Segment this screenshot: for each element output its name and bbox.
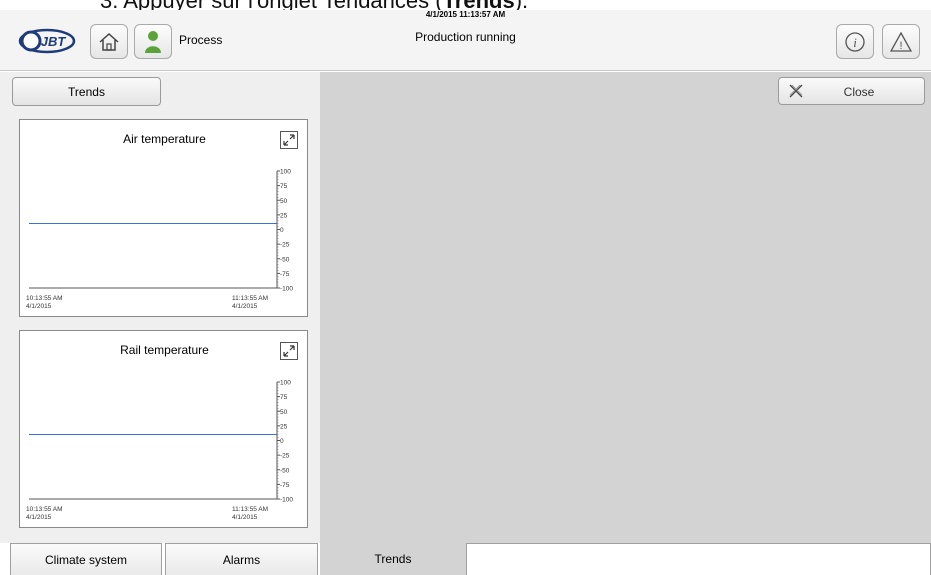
trend-panel-air-temperature: Air temperature 100 75 50 25 0 -25 -50 -75 -100 1… xyxy=(19,119,308,317)
y-tick-label: 0 xyxy=(280,227,284,234)
main-content: Trends Close Air temperature 100 75 50 25 0-… xyxy=(0,72,931,543)
tab-trends[interactable]: Trends xyxy=(320,543,466,575)
tab-alarms[interactable]: Alarms xyxy=(165,543,318,575)
y-tick-label: -75 xyxy=(280,271,290,278)
y-tick-label: 50 xyxy=(280,409,288,416)
y-tick-label: -100 xyxy=(280,497,293,504)
y-tick-label: -100 xyxy=(280,286,293,293)
tab-climate-system[interactable]: Climate system xyxy=(10,543,162,575)
x-start-date: 4/1/2015 xyxy=(26,303,52,310)
trend-panel-rail-temperature: Rail temperature 100 75 50 25 0 -25 -50 -75 -100… xyxy=(19,330,308,528)
x-start-time: 10:13:55 AM xyxy=(26,295,63,302)
x-start-date: 4/1/2015 xyxy=(26,514,52,521)
y-tick-label: 75 xyxy=(280,394,288,401)
warning-button[interactable]: ! xyxy=(882,24,920,59)
y-tick-label: -75 xyxy=(280,482,290,489)
close-icon xyxy=(789,84,803,98)
y-tick-label: -25 xyxy=(280,242,290,249)
y-tick-label: -50 xyxy=(280,256,290,263)
y-tick-label: -50 xyxy=(280,467,290,474)
x-end-date: 4/1/2015 xyxy=(232,303,258,310)
tab-bar-filler xyxy=(466,543,931,575)
trend-plot: 1007550250-25-50-75-10010:13:55 AM4/1/20… xyxy=(26,380,293,522)
x-end-date: 4/1/2015 xyxy=(232,514,258,521)
info-icon: i xyxy=(845,31,865,52)
y-tick-label: 0 xyxy=(280,438,284,445)
svg-text:!: ! xyxy=(899,40,902,52)
x-start-time: 10:13:55 AM xyxy=(26,506,63,513)
y-tick-label: 25 xyxy=(280,212,288,219)
y-tick-label: 100 xyxy=(280,169,291,176)
bottom-tab-bar: Climate system Alarms Trends xyxy=(0,543,931,575)
y-tick-label: 25 xyxy=(280,423,288,430)
close-label: Close xyxy=(843,85,875,99)
y-tick-label: 100 xyxy=(280,380,291,387)
warning-icon: ! xyxy=(890,31,912,52)
x-end-time: 11:13:55 AM xyxy=(232,506,268,513)
y-tick-label: 50 xyxy=(280,198,288,205)
trends-section-header: Trends xyxy=(12,77,161,106)
production-status: Production running xyxy=(415,30,516,44)
x-end-time: 11:13:55 AM xyxy=(232,295,268,302)
timestamp: 4/1/2015 11:13:57 AM xyxy=(425,10,506,19)
info-button[interactable]: i xyxy=(836,24,874,59)
top-bar: JBT Process 4/1/2015 11:13:57 AM Product… xyxy=(0,10,931,71)
trend-plot: 1007550250-25-50-75-10010:13:55 AM4/1/20… xyxy=(26,169,293,311)
close-button[interactable]: Close xyxy=(778,77,925,105)
y-tick-label: 75 xyxy=(280,183,288,190)
y-tick-label: -25 xyxy=(280,453,290,460)
svg-text:i: i xyxy=(853,35,857,50)
